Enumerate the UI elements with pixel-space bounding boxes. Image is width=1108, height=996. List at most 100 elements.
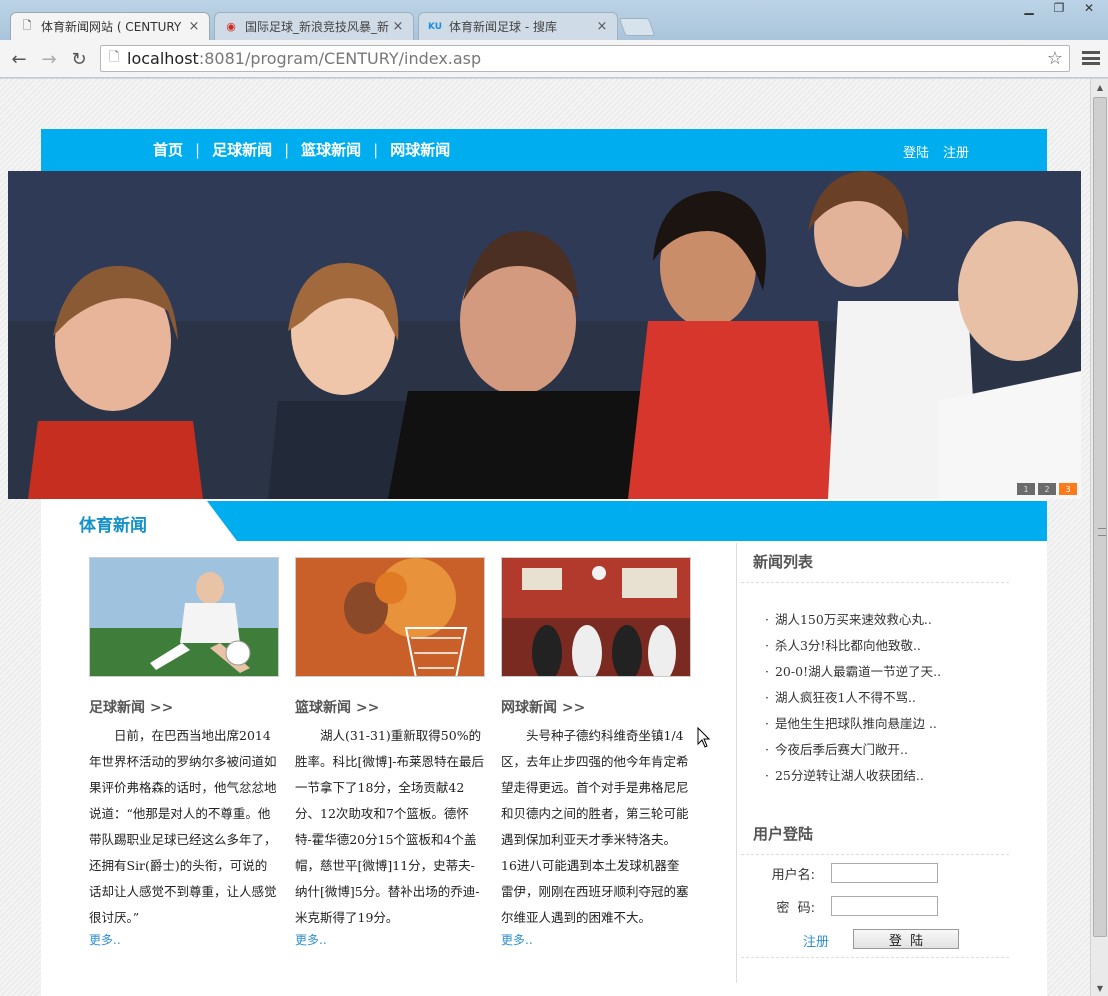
soku-icon: KU: [427, 21, 443, 32]
window-controls: ▁ ❐ ✕: [1016, 0, 1102, 16]
football-more-link[interactable]: 更多..: [89, 931, 279, 948]
tab-title: 体育新闻网站 ( CENTURY: [41, 20, 182, 34]
login-divider: [741, 854, 1009, 855]
login-panel: 用户登陆 用户名: 密 码: 注册 登 陆: [741, 823, 1009, 963]
basketball-news-summary: 湖人(31-31)重新取得50%的胜率。科比[微博]-布莱恩特在最后一节拿下了1…: [295, 728, 484, 925]
slide-dot[interactable]: 1: [1017, 483, 1035, 495]
bookmark-star-icon[interactable]: ☆: [1047, 48, 1063, 69]
register-link[interactable]: 注册: [943, 142, 969, 161]
news-column-basketball: 篮球新闻 >> 湖人(31-31)重新取得50%的胜率。科比[微博]-布莱恩特在…: [295, 557, 485, 948]
tennis-more-link[interactable]: 更多..: [501, 931, 691, 948]
username-row: 用户名:: [741, 863, 938, 883]
reload-icon[interactable]: ↻: [68, 48, 90, 70]
basketball-thumbnail[interactable]: [295, 557, 485, 677]
password-input[interactable]: [831, 896, 938, 916]
scrollbar-grip-icon: [1098, 528, 1106, 536]
maximize-icon[interactable]: ❐: [1046, 0, 1072, 16]
password-row: 密 码:: [741, 896, 938, 916]
tennis-thumbnail[interactable]: [501, 557, 691, 677]
url-path: /program/CENTURY/index.asp: [244, 49, 482, 68]
news-list-item[interactable]: 杀人3分!科比都向他致敬..: [765, 633, 1009, 659]
news-list-item[interactable]: 湖人疯狂夜1人不得不骂..: [765, 685, 1009, 711]
tab-title: 国际足球_新浪竞技风暴_新: [245, 20, 390, 34]
nav-football-news[interactable]: 足球新闻: [212, 139, 272, 160]
url-text: localhost:8081/program/CENTURY/index.asp: [127, 49, 481, 68]
news-list-divider: [741, 582, 1009, 583]
football-news-heading[interactable]: 足球新闻 >>: [89, 697, 279, 717]
nav-separator: |: [284, 140, 290, 159]
news-column-tennis: 网球新闻 >> 头号种子德约科维奇坐镇1/4区，去年止步四强的他今年肯定希望走得…: [501, 557, 691, 948]
basketball-photo: [296, 558, 484, 676]
page-icon: 🗋: [22, 19, 32, 32]
login-register-link[interactable]: 注册: [803, 931, 829, 950]
news-list-item[interactable]: 湖人150万买来速效救心丸..: [765, 607, 1009, 633]
back-arrow-icon[interactable]: ←: [8, 48, 30, 70]
login-link[interactable]: 登陆: [903, 142, 929, 161]
new-tab-button[interactable]: [618, 18, 656, 36]
login-submit-button[interactable]: 登 陆: [853, 929, 959, 949]
scrollbar-thumb[interactable]: [1093, 97, 1107, 937]
page-scrollbar[interactable]: ▲ ▼: [1090, 79, 1108, 996]
close-icon[interactable]: ×: [187, 19, 201, 34]
news-list: 湖人150万买来速效救心丸.. 杀人3分!科比都向他致敬.. 20-0!湖人最霸…: [741, 607, 1009, 789]
site-container: 首页 | 足球新闻 | 篮球新闻 | 网球新闻 登陆 注册 1 2 3 体育新闻…: [8, 129, 1081, 996]
basketball-news-heading[interactable]: 篮球新闻 >>: [295, 697, 485, 717]
football-thumbnail[interactable]: [89, 557, 279, 677]
user-links: 登陆 注册: [903, 142, 969, 161]
tennis-photo: [502, 558, 690, 676]
section-title: 体育新闻: [79, 516, 147, 536]
username-input[interactable]: [831, 863, 938, 883]
close-icon[interactable]: ×: [391, 19, 405, 34]
slide-dot-active[interactable]: 3: [1059, 483, 1077, 495]
tennis-news-summary: 头号种子德约科维奇坐镇1/4区，去年止步四强的他今年肯定希望走得更远。首个对手是…: [501, 728, 689, 925]
page-viewport: 首页 | 足球新闻 | 篮球新闻 | 网球新闻 登陆 注册 1 2 3 体育新闻…: [0, 79, 1090, 996]
basketball-more-link[interactable]: 更多..: [295, 931, 485, 948]
weibo-icon: ◉: [226, 20, 236, 33]
news-list-item[interactable]: 20-0!湖人最霸道一节逆了天..: [765, 659, 1009, 685]
news-list-item[interactable]: 是他生生把球队推向悬崖边 ..: [765, 711, 1009, 737]
password-label: 密 码:: [776, 900, 815, 916]
nav-tennis-news[interactable]: 网球新闻: [390, 139, 450, 160]
slide-dot[interactable]: 2: [1038, 483, 1056, 495]
url-host: localhost: [127, 49, 199, 68]
tab-title: 体育新闻足球 - 搜库: [449, 20, 557, 34]
url-port: :8081: [198, 49, 245, 68]
minimize-icon[interactable]: ▁: [1016, 0, 1042, 16]
news-list-item[interactable]: 今夜后季后赛大门敞开..: [765, 737, 1009, 763]
nav-basketball-news[interactable]: 篮球新闻: [301, 139, 361, 160]
close-icon[interactable]: ×: [595, 19, 609, 34]
nav-home[interactable]: 首页: [153, 139, 183, 160]
football-news-summary: 日前，在巴西当地出席2014年世界杯活动的罗纳尔多被问道如果评价弗格森的话时，他…: [89, 728, 277, 925]
login-title: 用户登陆: [753, 825, 814, 843]
news-list-item[interactable]: 25分逆转让湖人收获团结..: [765, 763, 1009, 789]
browser-tab-active[interactable]: 🗋 体育新闻网站 ( CENTURY ×: [10, 12, 210, 40]
browser-tab[interactable]: KU 体育新闻足球 - 搜库 ×: [418, 12, 618, 40]
page-icon: 🗋: [108, 49, 120, 65]
username-label: 用户名:: [771, 867, 815, 883]
close-window-icon[interactable]: ✕: [1076, 0, 1102, 16]
news-column-football: 足球新闻 >> 日前，在巴西当地出席2014年世界杯活动的罗纳尔多被问道如果评价…: [89, 557, 279, 948]
scroll-up-arrow-icon[interactable]: ▲: [1091, 79, 1108, 95]
nav-separator: |: [195, 140, 201, 159]
banner-slideshow[interactable]: 1 2 3: [8, 171, 1081, 499]
section-header: 体育新闻: [41, 501, 1047, 541]
banner-photo: [8, 171, 1081, 499]
nav-separator: |: [373, 140, 379, 159]
scroll-down-arrow-icon[interactable]: ▼: [1091, 980, 1108, 996]
tennis-news-heading[interactable]: 网球新闻 >>: [501, 697, 691, 717]
main-nav: 首页 | 足球新闻 | 篮球新闻 | 网球新闻 登陆 注册: [41, 129, 1047, 171]
sidebar: 新闻列表 湖人150万买来速效救心丸.. 杀人3分!科比都向他致敬.. 20-0…: [741, 541, 1009, 963]
login-bottom-divider: [741, 957, 1009, 958]
browser-titlebar: 🗋 体育新闻网站 ( CENTURY × ◉ 国际足球_新浪竞技风暴_新 × K…: [0, 0, 1108, 40]
browser-toolbar: ← → ↻ 🗋 localhost:8081/program/CENTURY/i…: [0, 40, 1108, 78]
news-list-title: 新闻列表: [753, 553, 814, 571]
menu-icon[interactable]: [1082, 49, 1100, 67]
forward-arrow-icon[interactable]: →: [38, 48, 60, 70]
nav-links: 首页 | 足球新闻 | 篮球新闻 | 网球新闻: [153, 139, 450, 160]
browser-tab[interactable]: ◉ 国际足球_新浪竞技风暴_新 ×: [214, 12, 414, 40]
slideshow-dots: 1 2 3: [1017, 483, 1077, 495]
mouse-cursor-icon: [697, 727, 711, 748]
content-divider: [736, 543, 737, 983]
address-bar[interactable]: 🗋 localhost:8081/program/CENTURY/index.a…: [100, 45, 1070, 72]
section-header-band: [207, 501, 1047, 541]
